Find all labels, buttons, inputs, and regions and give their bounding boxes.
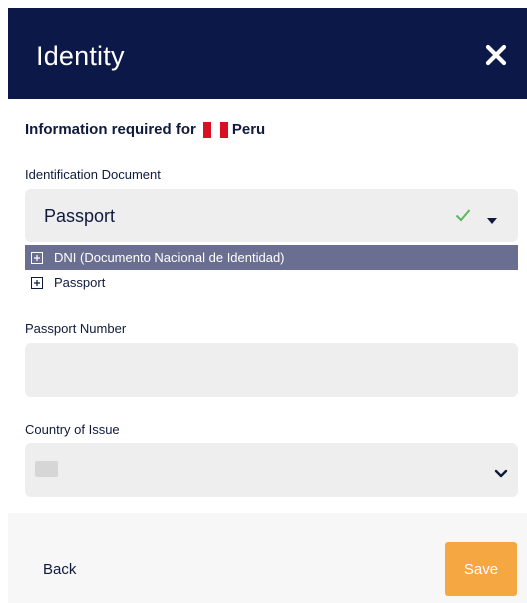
modal-title: Identity: [36, 41, 125, 71]
passport-number-input[interactable]: [25, 343, 518, 397]
expand-icon: [31, 251, 43, 264]
caret-down-icon: [486, 212, 498, 230]
flag-placeholder-icon: [35, 461, 58, 477]
expand-icon: [31, 276, 43, 289]
country-of-issue-label: Country of Issue: [25, 422, 120, 437]
modal-header: Identity: [8, 10, 527, 99]
option-dni[interactable]: DNI (Documento Nacional de Identidad): [25, 245, 518, 270]
back-button[interactable]: Back: [43, 561, 76, 578]
info-country: Peru: [231, 121, 266, 138]
chevron-down-icon: [494, 465, 508, 483]
option-label: DNI (Documento Nacional de Identidad): [54, 250, 285, 265]
id-document-value: Passport: [44, 206, 116, 226]
id-document-select[interactable]: Passport: [25, 189, 518, 242]
info-heading: Information required for Peru: [25, 121, 265, 138]
option-label: Passport: [54, 275, 106, 290]
close-icon[interactable]: [481, 40, 511, 70]
modal-footer: Back Save: [8, 513, 527, 603]
info-prefix: Information required for: [25, 121, 196, 138]
passport-number-label: Passport Number: [25, 321, 127, 336]
peru-flag-icon: [202, 121, 228, 138]
id-document-options: DNI (Documento Nacional de Identidad) Pa…: [25, 245, 518, 295]
top-strip: [0, 0, 527, 10]
save-button[interactable]: Save: [445, 542, 517, 596]
option-passport[interactable]: Passport: [25, 270, 518, 295]
country-of-issue-select[interactable]: [25, 443, 518, 497]
id-document-label: Identification Document: [25, 167, 161, 182]
checkmark-icon: [455, 208, 471, 227]
